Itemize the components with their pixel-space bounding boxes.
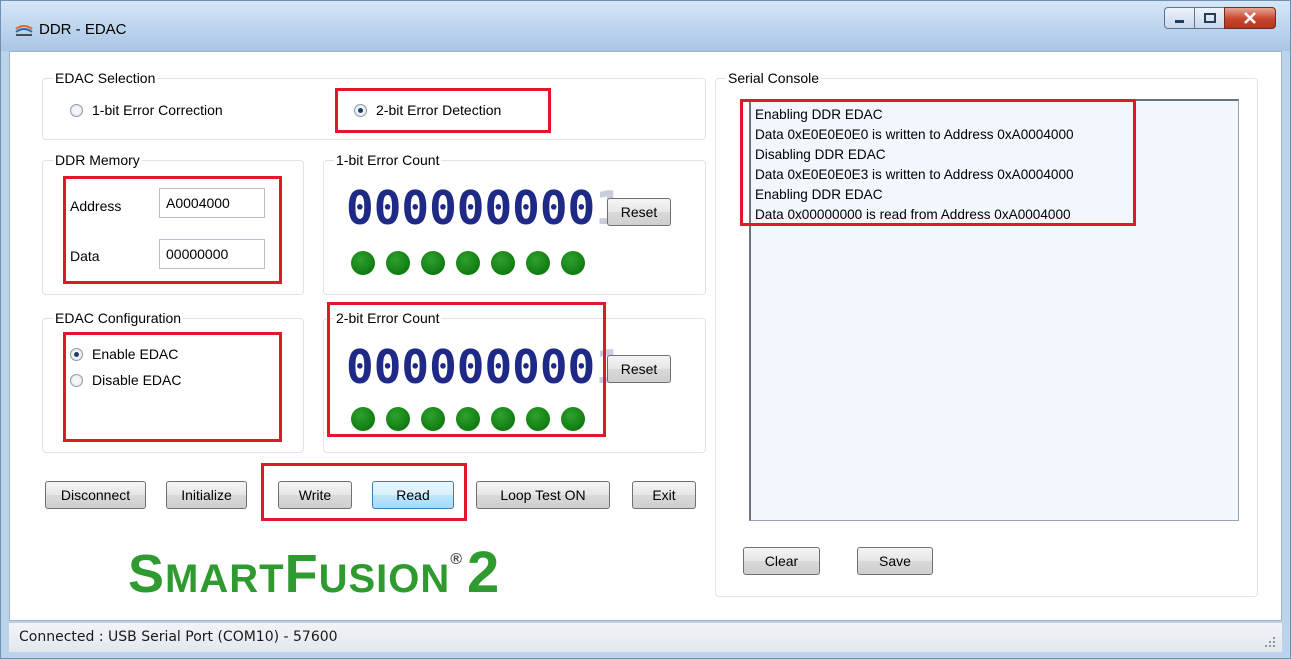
close-icon xyxy=(1244,12,1256,24)
two-bit-count-group: 2-bit Error Count 0000000001 Reset xyxy=(323,310,706,453)
one-bit-count-group: 1-bit Error Count 0000000001 Reset xyxy=(323,152,706,295)
led-indicator xyxy=(456,251,480,275)
radio-disable-edac[interactable]: Disable EDAC xyxy=(70,372,181,388)
edac-selection-title: EDAC Selection xyxy=(53,70,158,87)
two-bit-led-row xyxy=(351,407,585,431)
two-bit-count-display: 0000000001 xyxy=(346,344,623,390)
status-bar: Connected : USB Serial Port (COM10) - 57… xyxy=(9,622,1282,652)
radio-checked-icon xyxy=(354,103,367,117)
title-bar[interactable]: DDR - EDAC xyxy=(1,1,1290,51)
one-bit-count-title: 1-bit Error Count xyxy=(334,152,442,169)
radio-icon xyxy=(70,103,83,117)
radio-label: Disable EDAC xyxy=(92,372,182,388)
one-bit-reset-button[interactable]: Reset xyxy=(607,198,671,226)
data-label: Data xyxy=(70,248,100,264)
console-line: Data 0x00000000 is read from Address 0xA… xyxy=(755,206,1071,222)
disconnect-button[interactable]: Disconnect xyxy=(45,481,146,509)
console-line: Data 0xE0E0E0E3 is written to Address 0x… xyxy=(755,166,1074,182)
led-indicator xyxy=(421,251,445,275)
ddr-memory-group: DDR Memory Address Data xyxy=(42,152,304,295)
address-field[interactable] xyxy=(159,188,265,218)
radio-label: 2-bit Error Detection xyxy=(376,102,502,118)
radio-2bit-detection[interactable]: 2-bit Error Detection xyxy=(354,102,501,118)
console-line: Enabling DDR EDAC xyxy=(755,106,883,122)
ddr-memory-title: DDR Memory xyxy=(53,152,142,169)
one-bit-count-display: 0000000001 xyxy=(346,185,623,231)
serial-console-output[interactable]: Enabling DDR EDAC Data 0xE0E0E0E0 is wri… xyxy=(749,99,1239,521)
write-button[interactable]: Write xyxy=(278,481,352,509)
led-indicator xyxy=(386,251,410,275)
led-indicator xyxy=(526,251,550,275)
data-field[interactable] xyxy=(159,239,265,269)
edac-selection-group: EDAC Selection 1-bit Error Correction 2-… xyxy=(42,70,706,140)
maximize-button[interactable] xyxy=(1194,7,1224,29)
led-indicator xyxy=(526,407,550,431)
edac-config-group: EDAC Configuration Enable EDAC Disable E… xyxy=(42,310,304,453)
two-bit-count-value: 000000000 xyxy=(346,340,596,394)
led-indicator xyxy=(561,251,585,275)
two-bit-reset-button[interactable]: Reset xyxy=(607,355,671,383)
led-indicator xyxy=(491,407,515,431)
one-bit-count-value: 000000000 xyxy=(346,181,596,235)
app-window: DDR - EDAC EDAC Selection 1-bit Error Co… xyxy=(0,0,1291,659)
save-button[interactable]: Save xyxy=(857,547,933,575)
serial-console-title: Serial Console xyxy=(726,70,822,87)
caption-buttons xyxy=(1164,7,1276,29)
resize-grip-icon[interactable] xyxy=(1264,636,1276,648)
radio-icon xyxy=(70,373,83,387)
maximize-icon xyxy=(1203,13,1216,23)
app-icon xyxy=(15,25,33,36)
console-line: Data 0xE0E0E0E0 is written to Address 0x… xyxy=(755,126,1074,142)
close-button[interactable] xyxy=(1224,7,1276,29)
led-indicator xyxy=(386,407,410,431)
status-text: Connected : USB Serial Port (COM10) - 57… xyxy=(19,629,338,645)
led-indicator xyxy=(351,407,375,431)
led-indicator xyxy=(561,407,585,431)
clear-button[interactable]: Clear xyxy=(743,547,820,575)
radio-1bit-correction[interactable]: 1-bit Error Correction xyxy=(70,102,223,118)
led-indicator xyxy=(421,407,445,431)
console-line: Enabling DDR EDAC xyxy=(755,186,883,202)
window-title: DDR - EDAC xyxy=(39,21,127,38)
minimize-icon xyxy=(1174,20,1184,23)
edac-config-title: EDAC Configuration xyxy=(53,310,184,327)
led-indicator xyxy=(491,251,515,275)
address-label: Address xyxy=(70,198,122,214)
two-bit-count-title: 2-bit Error Count xyxy=(334,310,442,327)
led-indicator xyxy=(351,251,375,275)
radio-enable-edac[interactable]: Enable EDAC xyxy=(70,346,178,362)
radio-label: Enable EDAC xyxy=(92,346,179,362)
exit-button[interactable]: Exit xyxy=(632,481,696,509)
one-bit-led-row xyxy=(351,251,585,275)
led-indicator xyxy=(456,407,480,431)
read-button[interactable]: Read xyxy=(372,481,454,509)
loop-test-button[interactable]: Loop Test ON xyxy=(476,481,610,509)
client-area: EDAC Selection 1-bit Error Correction 2-… xyxy=(9,51,1282,621)
radio-label: 1-bit Error Correction xyxy=(92,102,223,118)
smartfusion2-logo: SMARTFUSION®2 xyxy=(128,540,501,605)
console-line: Disabling DDR EDAC xyxy=(755,146,886,162)
initialize-button[interactable]: Initialize xyxy=(166,481,247,509)
minimize-button[interactable] xyxy=(1164,7,1194,29)
radio-checked-icon xyxy=(70,347,83,361)
